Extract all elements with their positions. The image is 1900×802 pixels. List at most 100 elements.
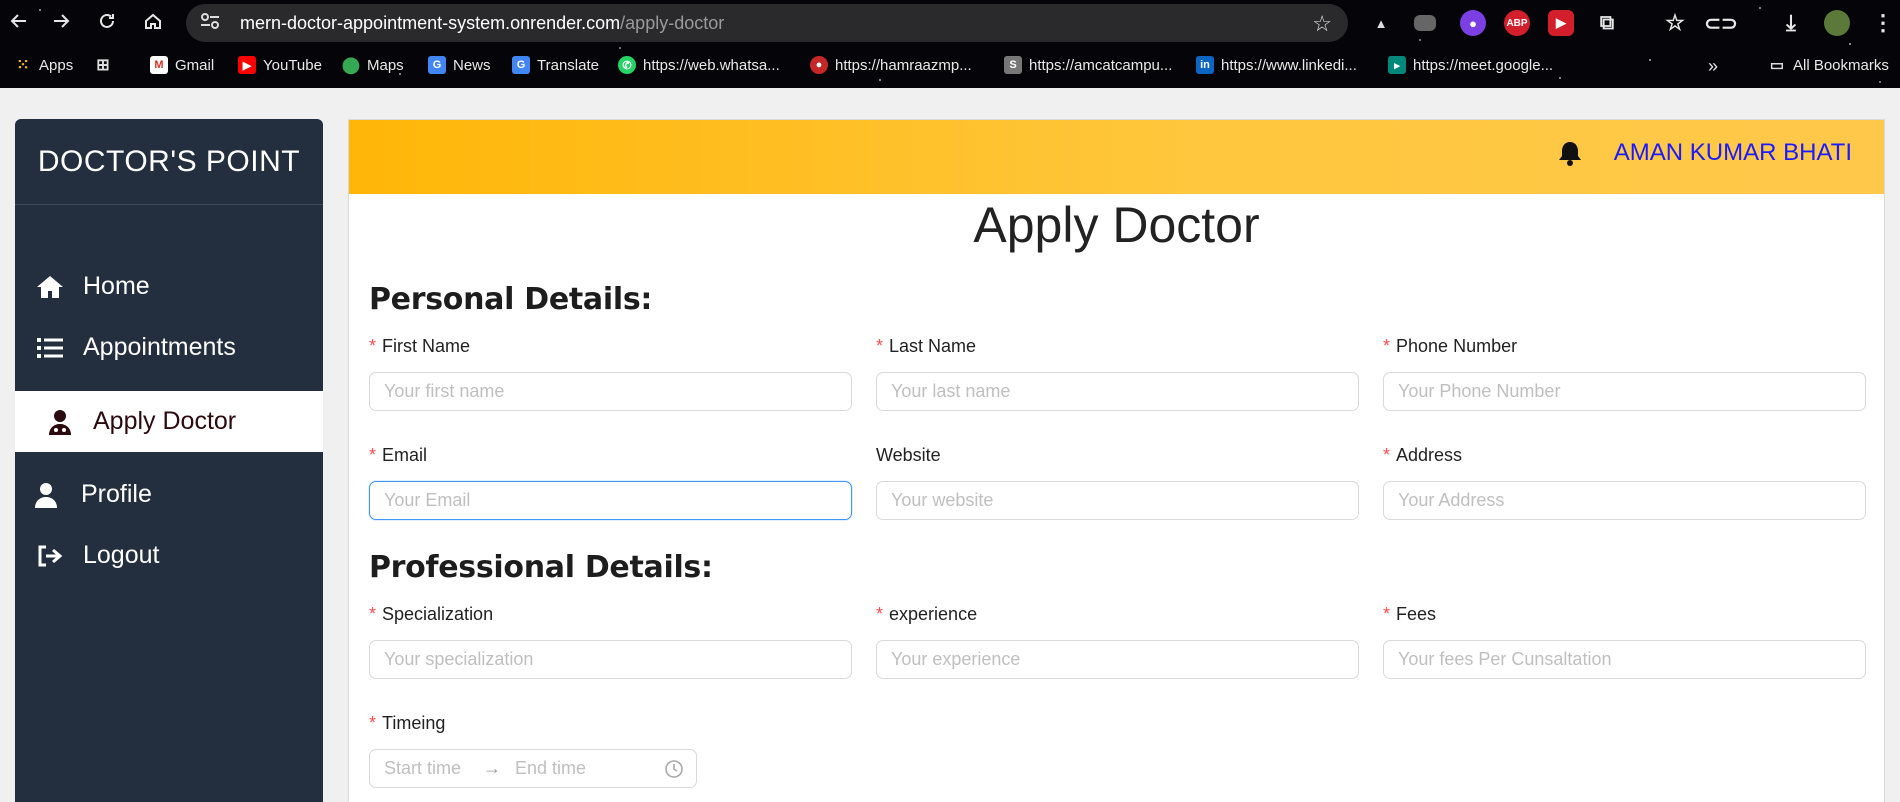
bookmark-translate[interactable]: G Translate: [512, 56, 599, 74]
specialization-label: * Specialization: [369, 604, 852, 628]
profile-avatar-icon[interactable]: [1824, 10, 1850, 36]
required-mark: *: [369, 336, 377, 356]
arrow-right-icon: [54, 14, 70, 28]
first-name-field: * First Name: [369, 336, 852, 411]
sidebar: DOCTOR'S POINT Home Appointments Apply D…: [15, 119, 323, 802]
bookmarks-bar: ⁙ Apps ⊞ M Gmail ▶ YouTube ⬤ Maps G News…: [0, 56, 1900, 82]
gmail-icon: M: [150, 56, 168, 74]
field-label-text: experience: [889, 604, 978, 624]
address-label: * Address: [1383, 445, 1866, 469]
time-range-picker[interactable]: Start time → End time: [369, 749, 697, 788]
bookmark-gmail[interactable]: M Gmail: [150, 56, 214, 74]
bookmark-grid[interactable]: ⊞: [94, 56, 119, 74]
download-icon[interactable]: ⤓: [1778, 10, 1804, 36]
user-name-link[interactable]: AMAN KUMAR BHATI: [1614, 139, 1852, 167]
professional-details-heading: Professional Details:: [369, 550, 713, 585]
address-input[interactable]: [1383, 481, 1866, 520]
browser-menu-icon[interactable]: ⋮: [1870, 10, 1896, 36]
email-field: * Email: [369, 445, 852, 520]
required-mark: *: [369, 713, 377, 733]
site-settings-icon[interactable]: [200, 12, 226, 35]
email-input[interactable]: [369, 481, 852, 520]
bookmark-linkedin[interactable]: in https://www.linkedi...: [1196, 56, 1357, 74]
personal-details-heading: Personal Details:: [369, 282, 653, 317]
field-label-text: Email: [382, 445, 428, 465]
phone-number-input[interactable]: [1383, 372, 1866, 411]
experience-input[interactable]: [876, 640, 1359, 679]
link-icon[interactable]: ⊂⊃: [1704, 10, 1738, 36]
clock-icon: [664, 759, 684, 784]
maps-icon: ⬤: [342, 57, 360, 74]
bookmark-meet[interactable]: ▸ https://meet.google...: [1388, 56, 1553, 74]
browser-chrome: mern-doctor-appointment-system.onrender.…: [0, 0, 1900, 88]
website-input[interactable]: [876, 481, 1359, 520]
bookmark-amcat[interactable]: S https://amcatcampu...: [1004, 56, 1172, 74]
folder-icon: ▭: [1769, 57, 1785, 74]
bookmark-whatsapp[interactable]: ✆ https://web.whatsa...: [618, 56, 780, 74]
sidebar-item-logout[interactable]: Logout: [15, 525, 323, 586]
bookmark-maps[interactable]: ⬤ Maps: [342, 56, 404, 75]
specialization-field: * Specialization: [369, 604, 852, 679]
last-name-input[interactable]: [876, 372, 1359, 411]
start-time-input[interactable]: Start time: [384, 758, 461, 779]
amcat-icon: S: [1004, 56, 1022, 74]
news-icon: G: [428, 56, 446, 74]
home-button[interactable]: [138, 6, 168, 36]
extension-video-icon[interactable]: ▶: [1548, 10, 1574, 36]
sidebar-item-label: Appointments: [83, 333, 236, 361]
reload-button[interactable]: [92, 6, 122, 36]
first-name-input[interactable]: [369, 372, 852, 411]
extension-mountain-icon[interactable]: ▲: [1368, 10, 1394, 36]
last-name-label: * Last Name: [876, 336, 1359, 360]
bookmark-hamraaz[interactable]: ● https://hamraazmp...: [810, 56, 972, 74]
url-host: mern-doctor-appointment-system.onrender.…: [240, 12, 621, 33]
bookmark-label: Gmail: [175, 56, 215, 74]
bookmark-label: Maps: [367, 56, 404, 74]
more-bookmarks-button[interactable]: »: [1708, 56, 1718, 77]
sidebar-item-appointments[interactable]: Appointments: [15, 317, 323, 378]
end-time-input[interactable]: End time: [515, 758, 586, 779]
address-field: * Address: [1383, 445, 1866, 520]
notification-bell-icon[interactable]: [1558, 140, 1582, 171]
translate-icon: G: [512, 56, 530, 74]
bookmark-apps[interactable]: ⁙ Apps: [14, 56, 73, 75]
specialization-input[interactable]: [369, 640, 852, 679]
field-label-text: Website: [876, 445, 941, 465]
forward-button[interactable]: [46, 6, 76, 36]
all-bookmarks-button[interactable]: ▭ All Bookmarks: [1768, 56, 1889, 75]
sidebar-item-apply-doctor[interactable]: Apply Doctor: [15, 391, 323, 452]
meet-icon: ▸: [1388, 56, 1406, 74]
sidebar-item-profile[interactable]: Profile: [15, 464, 323, 525]
extension-brain-icon[interactable]: ●: [1460, 10, 1486, 36]
sidebar-item-label: Logout: [83, 541, 160, 569]
logout-icon: [33, 544, 67, 568]
brand-title: DOCTOR'S POINT: [15, 119, 323, 205]
fees-input[interactable]: [1383, 640, 1866, 679]
user-icon: [33, 482, 59, 508]
url-text: mern-doctor-appointment-system.onrender.…: [240, 13, 724, 34]
required-mark: *: [1383, 336, 1391, 356]
bookmark-news[interactable]: G News: [428, 56, 491, 74]
bookmark-star-icon[interactable]: ☆: [1312, 11, 1332, 37]
reading-list-star-icon[interactable]: ☆: [1662, 10, 1688, 36]
browser-home-icon: [145, 13, 161, 29]
bookmark-youtube[interactable]: ▶ YouTube: [238, 56, 322, 74]
sidebar-item-home[interactable]: Home: [15, 256, 323, 317]
extension-screen-icon[interactable]: [1414, 15, 1436, 31]
page-title: Apply Doctor: [973, 197, 1260, 253]
main-panel: AMAN KUMAR BHATI Apply Doctor Personal D…: [348, 119, 1885, 802]
adblock-icon[interactable]: ABP: [1504, 10, 1530, 36]
required-mark: *: [369, 604, 377, 624]
website-label: Website: [876, 445, 1359, 469]
field-label-text: Address: [1396, 445, 1463, 465]
back-button[interactable]: [4, 6, 34, 36]
address-bar[interactable]: mern-doctor-appointment-system.onrender.…: [186, 4, 1348, 42]
bookmark-label: https://amcatcampu...: [1029, 56, 1173, 74]
timing-field: * Timeing Start time → End time: [369, 713, 852, 788]
arrow-left-icon: [10, 14, 26, 28]
extensions-puzzle-icon[interactable]: ⧉: [1594, 10, 1620, 36]
last-name-field: * Last Name: [876, 336, 1359, 411]
experience-label: * experience: [876, 604, 1359, 628]
fees-field: * Fees: [1383, 604, 1866, 679]
field-label-text: Fees: [1396, 604, 1437, 624]
